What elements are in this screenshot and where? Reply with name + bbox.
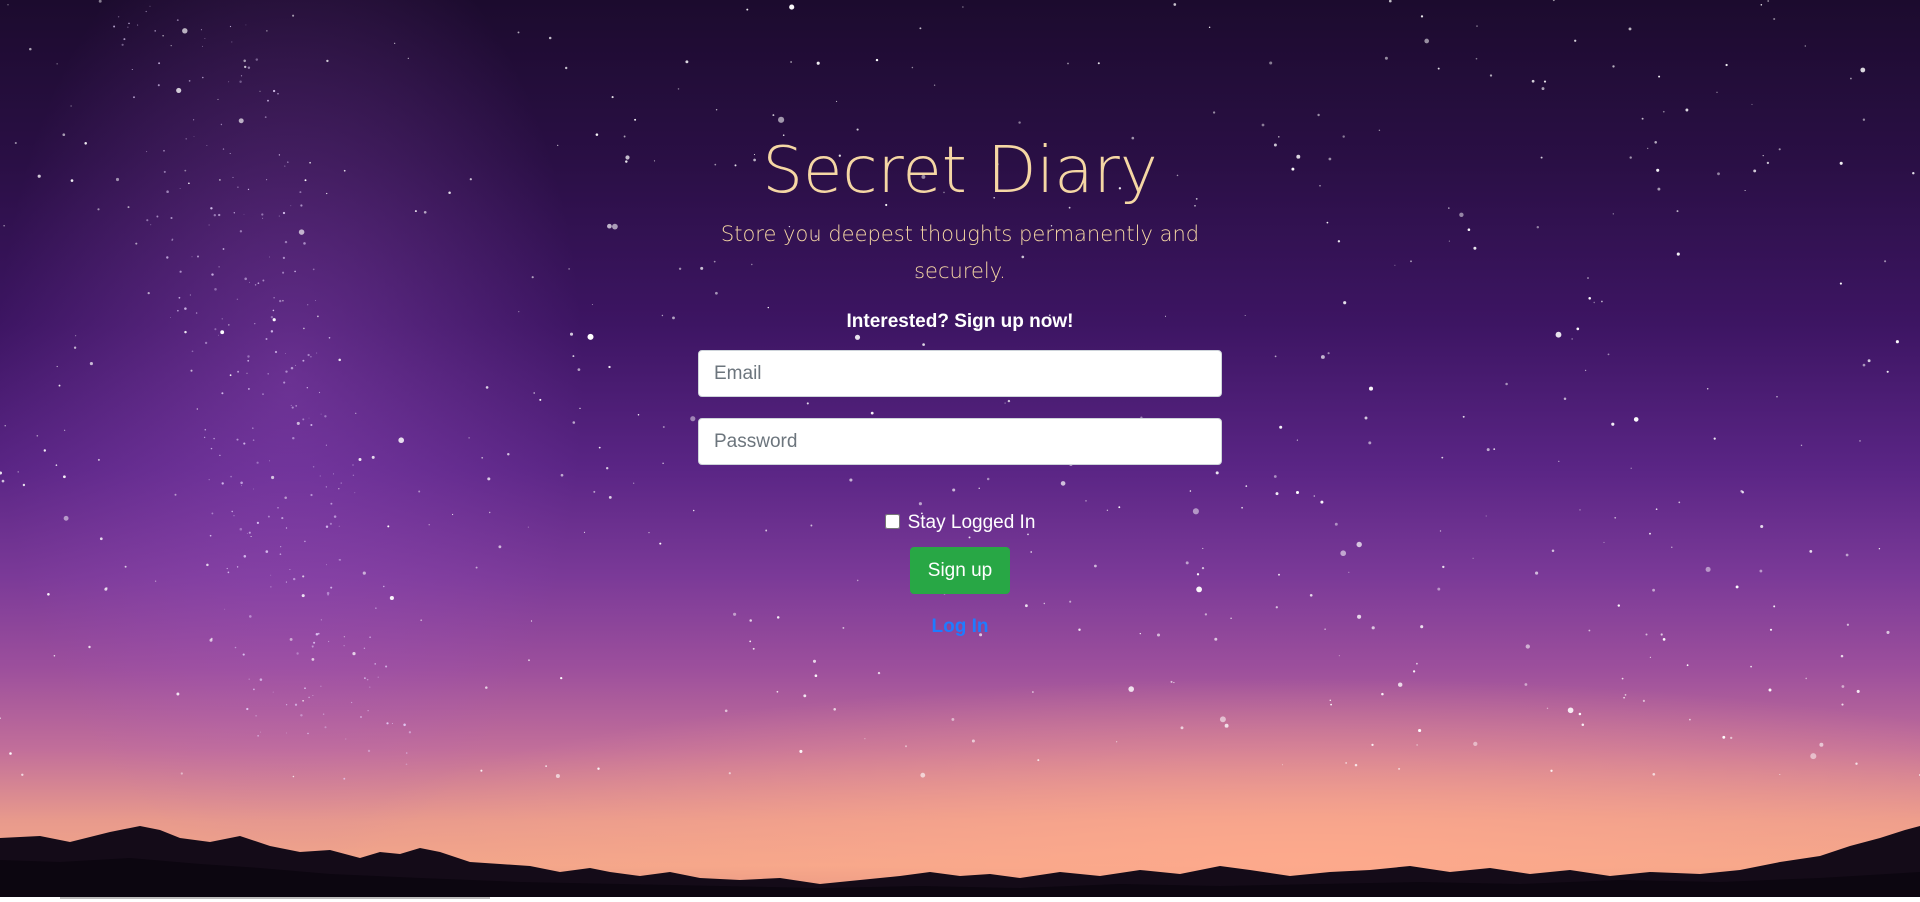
bottom-bar [0,897,1920,902]
email-field[interactable] [698,350,1222,397]
signup-button[interactable]: Sign up [910,547,1010,594]
login-link[interactable]: Log In [932,616,989,638]
signup-call-to-action: Interested? Sign up now! [846,311,1074,332]
stay-logged-in-checkbox[interactable] [884,514,900,529]
signup-panel: Secret Diary Store you deepest thoughts … [698,128,1222,638]
stay-logged-in-row: Stay Logged In [698,511,1222,535]
password-field[interactable] [698,418,1222,465]
page-subtitle: Store you deepest thoughts permanently a… [720,222,1200,283]
stay-logged-in-label: Stay Logged In [907,512,1036,533]
page-title: Secret Diary [762,134,1158,208]
